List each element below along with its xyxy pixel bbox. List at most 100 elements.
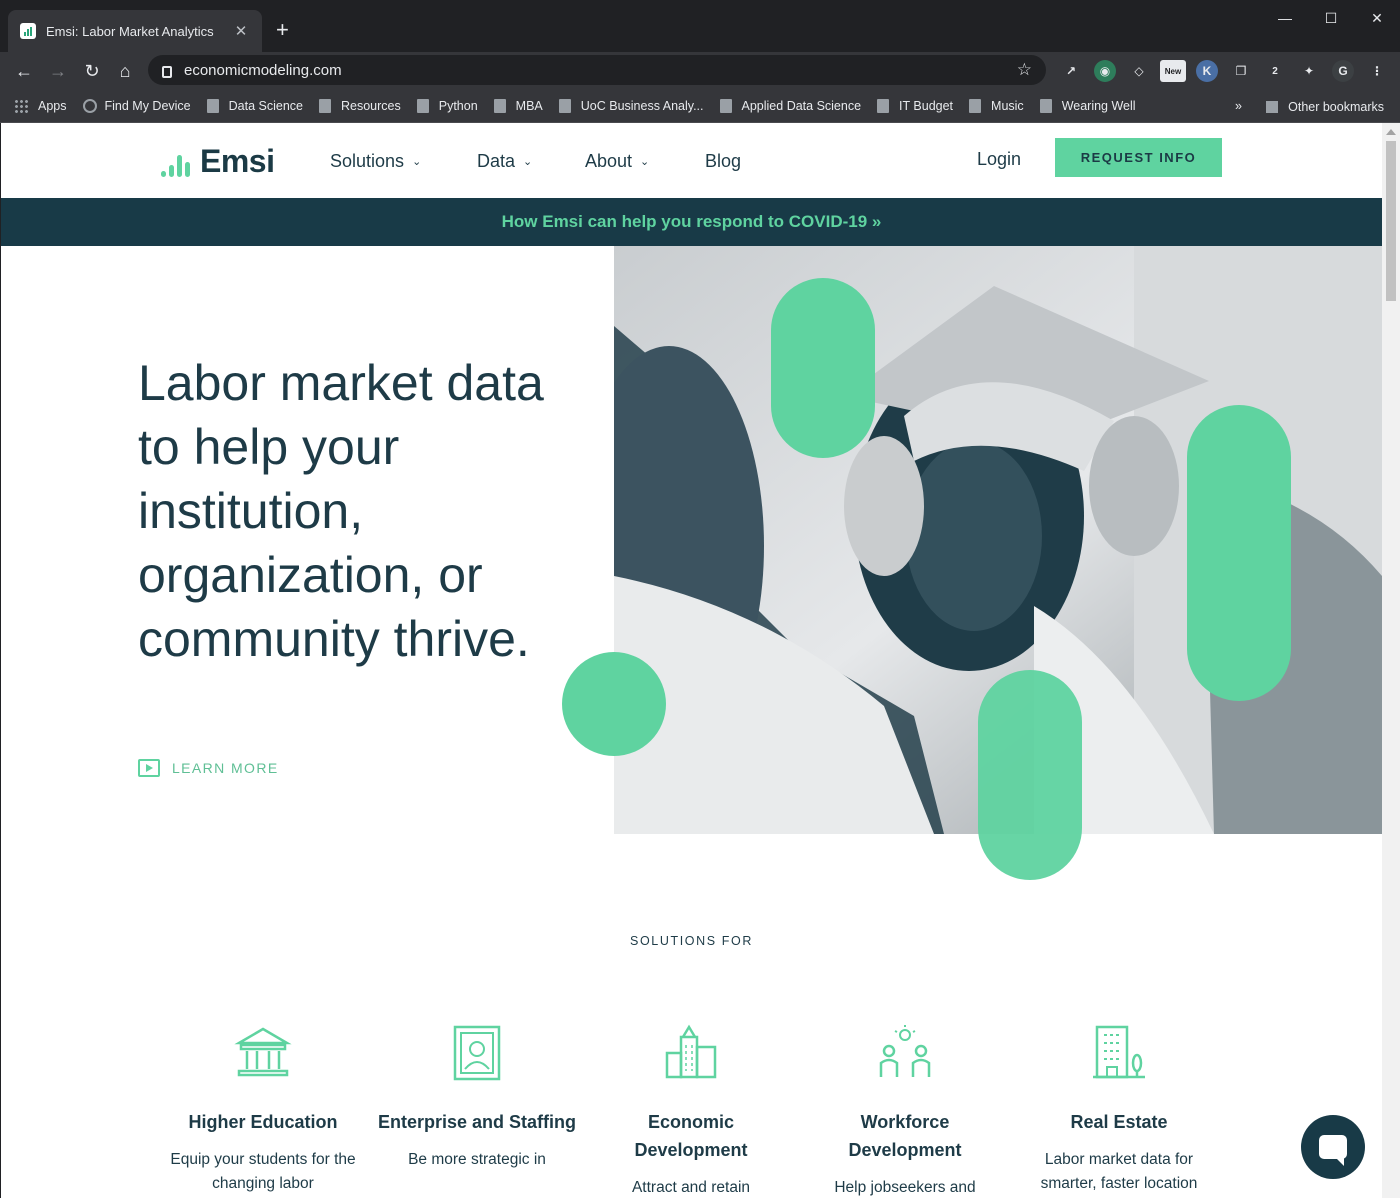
bookmark-uoc-business[interactable]: UoC Business Analy... bbox=[558, 99, 704, 113]
page-icon bbox=[493, 99, 506, 113]
university-building-icon bbox=[234, 1027, 292, 1077]
solution-higher-education[interactable]: Higher Education Equip your students for… bbox=[163, 1023, 363, 1196]
maximize-button[interactable]: ☐ bbox=[1308, 6, 1354, 30]
logo-wordmark: Emsi bbox=[200, 143, 275, 179]
login-link[interactable]: Login bbox=[977, 149, 1021, 170]
solution-real-estate[interactable]: Real Estate Labor market data for smarte… bbox=[1019, 1023, 1219, 1196]
solution-title: Higher Education bbox=[188, 1112, 338, 1132]
chevron-down-icon: ⌄ bbox=[412, 156, 422, 168]
page-icon bbox=[877, 99, 890, 113]
menu-kebab-icon[interactable]: ⋮ bbox=[1366, 60, 1388, 82]
page-icon bbox=[558, 99, 571, 113]
more-bookmarks-button[interactable]: » bbox=[1235, 99, 1242, 113]
solution-title: Real Estate bbox=[1070, 1112, 1168, 1132]
logo-bars-icon bbox=[161, 150, 190, 180]
solution-text: Be more strategic in bbox=[408, 1151, 546, 1168]
solution-enterprise-staffing[interactable]: Enterprise and Staffing Be more strategi… bbox=[377, 1023, 577, 1172]
bookmark-music[interactable]: Music bbox=[969, 99, 1024, 113]
web-page: Emsi Solutions ⌄ Data ⌄ About ⌄ Blog Login … bbox=[1, 123, 1382, 1198]
window-controls: — ☐ ✕ bbox=[1262, 6, 1400, 30]
nav-about[interactable]: About ⌄ bbox=[585, 151, 649, 172]
nav-data[interactable]: Data ⌄ bbox=[477, 151, 532, 172]
bookmark-star-icon[interactable]: ☆ bbox=[1017, 60, 1032, 80]
tab-strip: Emsi: Labor Market Analytics ✕ + — ☐ ✕ bbox=[0, 0, 1400, 52]
minimize-button[interactable]: — bbox=[1262, 6, 1308, 30]
bookmark-wearing-well[interactable]: Wearing Well bbox=[1039, 99, 1136, 113]
chevron-down-icon: ⌄ bbox=[640, 156, 650, 168]
decor-pill-shape bbox=[978, 670, 1082, 880]
page-icon bbox=[1039, 99, 1052, 113]
arrow-extension-icon[interactable]: ↗ bbox=[1060, 60, 1082, 82]
globe-extension-icon[interactable]: ◉ bbox=[1094, 60, 1116, 82]
page-icon bbox=[206, 99, 219, 113]
solution-workforce-development[interactable]: Workforce Development Help jobseekers an… bbox=[805, 1023, 1005, 1198]
lock-icon bbox=[162, 66, 172, 78]
city-buildings-icon bbox=[665, 1024, 717, 1079]
nav-solutions[interactable]: Solutions ⌄ bbox=[330, 151, 421, 172]
emsi-favicon-icon bbox=[20, 23, 36, 39]
url-text[interactable]: economicmodeling.com bbox=[184, 62, 1017, 79]
browser-tab[interactable]: Emsi: Labor Market Analytics ✕ bbox=[8, 10, 262, 52]
back-arrow-icon[interactable]: ← bbox=[12, 59, 36, 83]
puzzle-extensions-icon[interactable]: ✦ bbox=[1298, 60, 1320, 82]
k-extension-icon[interactable]: K bbox=[1196, 60, 1218, 82]
bookmark-it-budget[interactable]: IT Budget bbox=[877, 99, 953, 113]
page-icon bbox=[719, 99, 732, 113]
bookmark-apps[interactable]: Apps bbox=[14, 99, 67, 113]
diamond-extension-icon[interactable]: ◇ bbox=[1128, 60, 1150, 82]
play-video-icon bbox=[138, 759, 160, 777]
solution-economic-development[interactable]: Economic Development Attract and retain bbox=[591, 1023, 791, 1198]
bookmark-data-science[interactable]: Data Science bbox=[206, 99, 303, 113]
people-lightbulb-icon bbox=[879, 1025, 931, 1077]
reload-icon[interactable]: ↻ bbox=[80, 59, 104, 83]
scroll-up-arrow-icon[interactable] bbox=[1386, 129, 1396, 135]
hero-headline: Labor market data to help your instituti… bbox=[138, 355, 544, 667]
new-extension-icon[interactable]: New bbox=[1160, 60, 1186, 82]
solution-title: Economic Development bbox=[634, 1112, 748, 1160]
id-badge-icon bbox=[453, 1025, 501, 1081]
other-bookmarks[interactable]: Other bookmarks bbox=[1266, 90, 1384, 123]
nav-blog[interactable]: Blog bbox=[705, 151, 741, 172]
browser-toolbar: ← → ↻ ⌂ economicmodeling.com ☆ ↗ ◉ ◇ New… bbox=[0, 52, 1400, 90]
office-building-tree-icon bbox=[1093, 1025, 1145, 1079]
bookmark-mba[interactable]: MBA bbox=[493, 99, 543, 113]
folder-icon bbox=[1266, 100, 1279, 113]
bookmark-resources[interactable]: Resources bbox=[319, 99, 401, 113]
solution-title: Enterprise and Staffing bbox=[377, 1112, 577, 1132]
chat-launcher-button[interactable] bbox=[1301, 1115, 1365, 1179]
profile-avatar[interactable]: G bbox=[1332, 60, 1354, 82]
google-icon bbox=[82, 99, 97, 113]
tab-manager-extension-icon[interactable]: ❐ bbox=[1230, 60, 1252, 82]
chevron-down-icon: ⌄ bbox=[523, 156, 533, 168]
bookmark-applied-data-science[interactable]: Applied Data Science bbox=[719, 99, 861, 113]
forward-arrow-icon[interactable]: → bbox=[46, 59, 70, 83]
chat-bubble-icon bbox=[1319, 1135, 1347, 1166]
address-bar[interactable]: economicmodeling.com ☆ bbox=[148, 55, 1046, 85]
solution-text: Help jobseekers and bbox=[834, 1179, 976, 1196]
bookmark-find-my-device[interactable]: Find My Device bbox=[82, 99, 191, 113]
bookmark-python[interactable]: Python bbox=[416, 99, 478, 113]
close-window-button[interactable]: ✕ bbox=[1354, 6, 1400, 30]
learn-more-link[interactable]: LEARN MORE bbox=[138, 759, 279, 777]
close-tab-icon[interactable]: ✕ bbox=[232, 22, 250, 40]
covid-banner-link[interactable]: How Emsi can help you respond to COVID-1… bbox=[1, 198, 1382, 246]
tab-title: Emsi: Labor Market Analytics bbox=[46, 23, 214, 39]
apps-grid-icon bbox=[14, 99, 28, 113]
request-info-button[interactable]: REQUEST INFO bbox=[1055, 138, 1222, 177]
decor-pill-shape bbox=[1187, 405, 1291, 701]
emsi-logo[interactable]: Emsi bbox=[161, 143, 275, 180]
page-scrollbar[interactable] bbox=[1382, 123, 1400, 1198]
site-header: Emsi Solutions ⌄ Data ⌄ About ⌄ Blog Login … bbox=[1, 123, 1382, 198]
decor-pill-shape bbox=[771, 278, 875, 458]
page-icon bbox=[969, 99, 982, 113]
scrollbar-thumb[interactable] bbox=[1386, 141, 1396, 301]
home-icon[interactable]: ⌂ bbox=[113, 59, 137, 83]
solution-text: Attract and retain bbox=[631, 1179, 751, 1196]
counter-extension-icon[interactable]: 2 bbox=[1264, 60, 1286, 82]
solution-text: Labor market data for smarter, faster lo… bbox=[1040, 1151, 1198, 1192]
page-icon bbox=[416, 99, 429, 113]
new-tab-button[interactable]: + bbox=[276, 19, 289, 41]
solutions-section-label: SOLUTIONS FOR bbox=[630, 934, 753, 948]
browser-chrome: Emsi: Labor Market Analytics ✕ + — ☐ ✕ ←… bbox=[0, 0, 1400, 123]
solution-text: Equip your students for the changing lab… bbox=[170, 1151, 356, 1192]
